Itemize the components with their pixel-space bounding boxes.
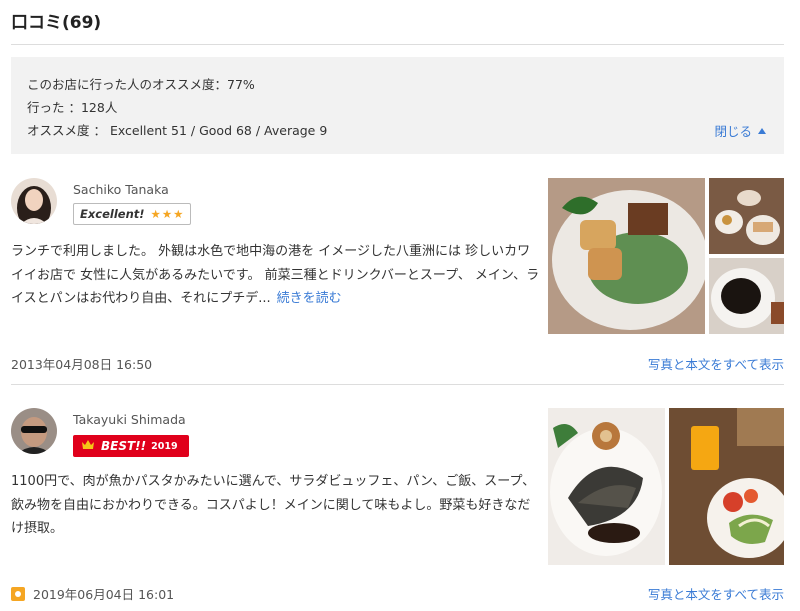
review-item: Sachiko Tanaka Excellent! ★★★ ランチで利用しました…: [11, 178, 784, 378]
close-label: 閉じる: [714, 124, 752, 139]
star-icon: ★★★: [150, 207, 185, 221]
close-summary-link[interactable]: 閉じる: [714, 121, 766, 140]
show-all-link[interactable]: 写真と本文をすべて表示: [648, 584, 784, 603]
review-text: 1100円で、肉が魚かパスタかみたいに選んで、サラダビュッフェ、パン、ご飯、スー…: [11, 470, 541, 541]
best-label: BEST!!: [101, 439, 147, 453]
review-date-text: 2019年06月04日 16:01: [33, 587, 175, 602]
review-photos: [548, 178, 784, 334]
food-photo[interactable]: [548, 178, 705, 334]
rating-badge: Excellent! ★★★: [73, 203, 192, 225]
rating-breakdown: オススメ度 ： Excellent 51 / Good 68 / Average…: [27, 123, 328, 138]
review-date: 2013年04月08日 16:50: [11, 357, 153, 372]
rating-label: Excellent!: [80, 207, 145, 221]
avatar[interactable]: [11, 408, 57, 454]
read-more-link[interactable]: 続きを読む: [277, 291, 342, 306]
reviewer-name[interactable]: Sachiko Tanaka: [73, 182, 169, 197]
review-item: Takayuki Shimada BEST!! 2019 1100円で、肉が魚か…: [11, 408, 784, 608]
reviewer-name[interactable]: Takayuki Shimada: [73, 412, 186, 427]
food-photo[interactable]: [548, 408, 665, 565]
review-text: ランチで利用しました。 外観は水色で地中海の港を イメージした八重洲には 珍しい…: [11, 240, 541, 311]
review-summary-panel: このお店に行った人のオススメ度：77% 行った ：128人 オススメ度 ： Ex…: [11, 57, 784, 154]
review-date: 2019年06月04日 16:01: [11, 584, 174, 603]
review-body: ランチで利用しました。 外観は水色で地中海の港を イメージした八重洲には 珍しい…: [11, 244, 540, 306]
recommend-rate: このお店に行った人のオススメ度：77%: [27, 77, 255, 92]
show-all-link[interactable]: 写真と本文をすべて表示: [648, 354, 784, 373]
page-title: 口コミ(69): [11, 13, 102, 33]
review-body: 1100円で、肉が魚かパスタかみたいに選んで、サラダビュッフェ、パン、ご飯、スー…: [11, 474, 536, 536]
best-year: 2019: [151, 440, 178, 452]
food-photo[interactable]: [709, 178, 784, 254]
salad-photo[interactable]: [669, 408, 784, 565]
review-photos: [548, 408, 784, 565]
title-divider: [11, 44, 784, 45]
visited-count: 行った ：128人: [27, 100, 118, 115]
coffee-photo[interactable]: [709, 258, 784, 334]
review-divider: [11, 384, 784, 385]
avatar[interactable]: [11, 178, 57, 224]
best-badge: BEST!! 2019: [73, 435, 189, 457]
caret-up-icon: [758, 128, 766, 134]
crown-icon: [81, 439, 95, 453]
sun-icon: [11, 587, 25, 601]
